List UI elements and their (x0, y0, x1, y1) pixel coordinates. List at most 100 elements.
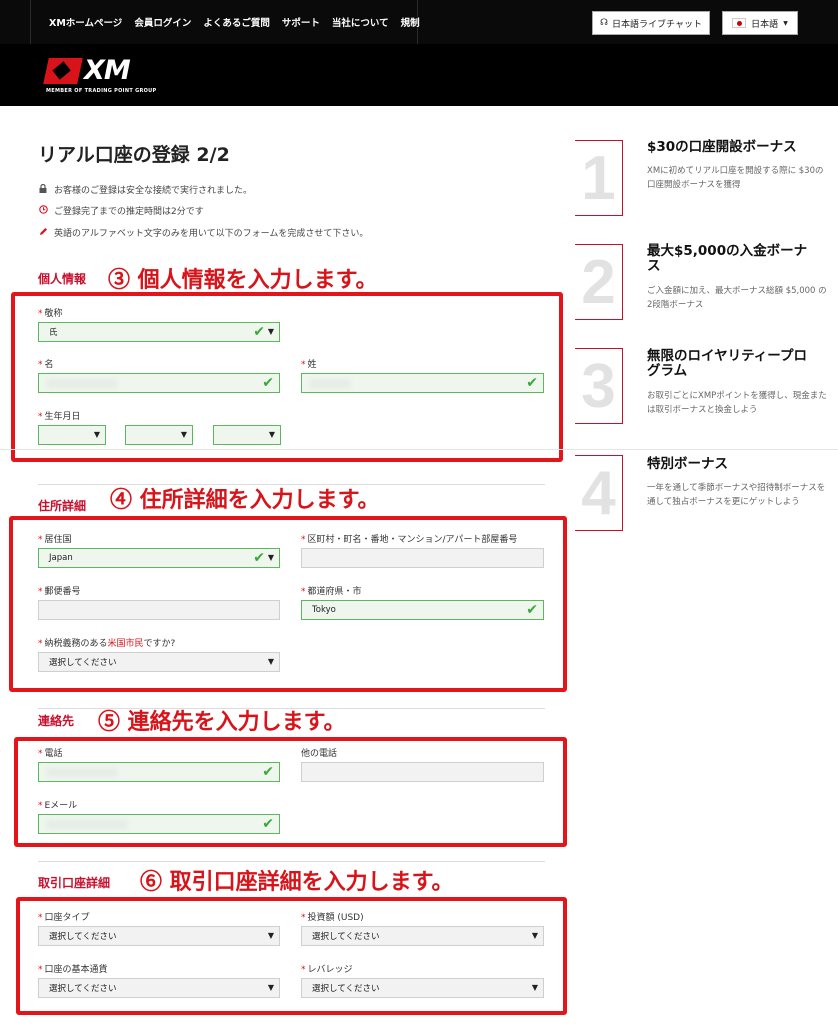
street-address-label: * 区町村・町名・番地・マンション/アパート部屋番号 (301, 535, 518, 545)
account-type-value: 選択してください (49, 932, 117, 942)
account-type-select[interactable]: 選択してください ▼ (38, 926, 280, 946)
city-label: * 都道府県・市 (301, 587, 362, 597)
nav-link-faq[interactable]: よくあるご質問 (203, 15, 270, 29)
dob-year-select[interactable]: ▼ (213, 425, 281, 445)
headset-icon: ☊ (600, 18, 609, 28)
step-number-4: 4 (575, 455, 623, 531)
chevron-down-icon: ▼ (531, 931, 538, 940)
annotation-account: ⑥ 取引口座詳細を入力します。 (140, 869, 454, 895)
email-label: * Eメール (38, 801, 78, 811)
last-name-input[interactable]: ✔ (301, 373, 544, 393)
nav-link-regulation[interactable]: 規制 (401, 15, 420, 29)
step-number-2: 2 (575, 244, 623, 320)
chevron-down-icon: ▼ (783, 19, 788, 27)
first-name-input[interactable]: ✔ (38, 373, 280, 393)
nav-links: XMホームページ 会員ログイン よくあるご質問 サポート 当社について 規制 (30, 0, 420, 44)
chevron-down-icon: ▼ (531, 983, 538, 992)
first-name-label: * 名 (38, 360, 54, 370)
other-phone-label: 他の電話 (301, 749, 338, 759)
chevron-down-icon: ▼ (267, 983, 274, 992)
country-label: * 居住国 (38, 535, 72, 545)
info-alphabet: 英語のアルファベット文字のみを用いて以下のフォームを完成させて下さい。 (38, 226, 368, 239)
us-tax-label: * 納税義務のある米国市民ですか? (38, 639, 176, 649)
check-icon: ✔ (253, 550, 265, 566)
leverage-value: 選択してください (312, 984, 380, 994)
other-phone-input[interactable] (301, 762, 544, 782)
language-selector[interactable]: 日本語 ▼ (722, 11, 798, 35)
investment-label: * 投資額 (USD) (301, 913, 364, 923)
step-number-3: 3 (575, 348, 623, 424)
section-label-account: 取引口座詳細 (38, 876, 111, 890)
check-icon: ✔ (526, 375, 538, 391)
check-icon: ✔ (253, 324, 265, 340)
chevron-down-icon: ▼ (267, 327, 274, 336)
account-type-label: * 口座タイプ (38, 913, 90, 923)
clock-icon (38, 204, 48, 217)
redacted-value (47, 768, 117, 777)
step-desc-4: 一年を通して季節ボーナスや招待制ボーナスを通して独占ボーナスを更にゲットしよう (647, 483, 826, 507)
annotation-address: ④ 住所詳細を入力します。 (110, 487, 380, 513)
step-title-2: 最大$5,000の入金ボーナス (647, 243, 808, 274)
chevron-down-icon: ▼ (268, 430, 275, 439)
step-desc-2: ご入金額に加え、最大ボーナス総額 $5,000 の2段階ボーナス (647, 286, 827, 310)
japan-flag-icon (732, 18, 747, 28)
logo-name: XM (84, 55, 131, 86)
phone-input[interactable]: ✔ (38, 762, 280, 782)
lock-icon (38, 183, 48, 196)
dob-month-select[interactable]: ▼ (125, 425, 193, 445)
nav-link-login[interactable]: 会員ログイン (134, 15, 191, 29)
step-title-4: 特別ボーナス (647, 456, 728, 472)
redacted-value (310, 379, 350, 388)
annotation-personal: ③ 個人情報を入力します。 (108, 267, 378, 293)
step-title-1: $30の口座開設ボーナス (647, 139, 797, 155)
honorific-select[interactable]: 氏 ✔ ▼ (38, 322, 280, 342)
chevron-down-icon: ▼ (267, 553, 274, 562)
city-value: Tokyo (312, 605, 336, 615)
email-input[interactable]: ✔ (38, 814, 280, 834)
country-value: Japan (49, 553, 73, 563)
us-tax-select[interactable]: 選択してください ▼ (38, 652, 280, 672)
step-desc-3: お取引ごとにXMPポイントを獲得し、現金または取引ボーナスと換金しよう (647, 391, 827, 415)
street-address-input[interactable] (301, 548, 544, 568)
postal-code-label: * 郵便番号 (38, 587, 81, 597)
leverage-label: * レバレッジ (301, 965, 353, 975)
city-input[interactable]: Tokyo ✔ (301, 600, 544, 620)
dob-label: * 生年月日 (38, 412, 81, 422)
live-chat-label: 日本語ライブチャット (612, 19, 702, 30)
dob-day-select[interactable]: ▼ (38, 425, 106, 445)
info-time: ご登録完了までの推定時間は2分です (38, 204, 204, 217)
chevron-down-icon: ▼ (180, 430, 187, 439)
nav-link-support[interactable]: サポート (282, 15, 320, 29)
base-currency-select[interactable]: 選択してください ▼ (38, 978, 280, 998)
last-name-label: * 姓 (301, 360, 317, 370)
country-select[interactable]: Japan ✔ ▼ (38, 548, 280, 568)
check-icon: ✔ (526, 602, 538, 618)
check-icon: ✔ (262, 375, 274, 391)
leverage-select[interactable]: 選択してください ▼ (301, 978, 544, 998)
live-chat-button[interactable]: ☊ 日本語ライブチャット (592, 11, 710, 35)
check-icon: ✔ (262, 764, 274, 780)
section-divider (38, 861, 545, 862)
step-title-3: 無限のロイヤリティープログラム (647, 348, 807, 379)
nav-link-about[interactable]: 当社について (332, 15, 389, 29)
chevron-down-icon: ▼ (267, 931, 274, 940)
xm-logo-mark-icon (43, 58, 83, 84)
us-tax-value: 選択してください (49, 658, 117, 668)
phone-label: * 電話 (38, 749, 63, 759)
info-secure-text: お客様のご登録は安全な接続で実行されました。 (54, 186, 253, 196)
section-label-personal: 個人情報 (38, 272, 87, 286)
investment-select[interactable]: 選択してください ▼ (301, 926, 544, 946)
annotation-contact: ⑤ 連絡先を入力します。 (98, 709, 346, 735)
info-time-text: ご登録完了までの推定時間は2分です (54, 207, 204, 217)
postal-code-input[interactable] (38, 600, 280, 620)
nav-link-home[interactable]: XMホームページ (49, 15, 122, 29)
info-alphabet-text: 英語のアルファベット文字のみを用いて以下のフォームを完成させて下さい。 (54, 229, 369, 239)
chevron-down-icon: ▼ (93, 430, 100, 439)
step-desc-1: XMに初めてリアル口座を開設する際に $30の口座開設ボーナスを獲得 (647, 166, 824, 190)
pencil-icon (38, 227, 48, 239)
base-currency-value: 選択してください (49, 984, 117, 994)
base-currency-label: * 口座の基本通貨 (38, 965, 108, 975)
top-nav: XMホームページ 会員ログイン よくあるご質問 サポート 当社について 規制 ☊… (0, 0, 838, 44)
investment-value: 選択してください (312, 932, 380, 942)
redacted-value (47, 820, 127, 829)
